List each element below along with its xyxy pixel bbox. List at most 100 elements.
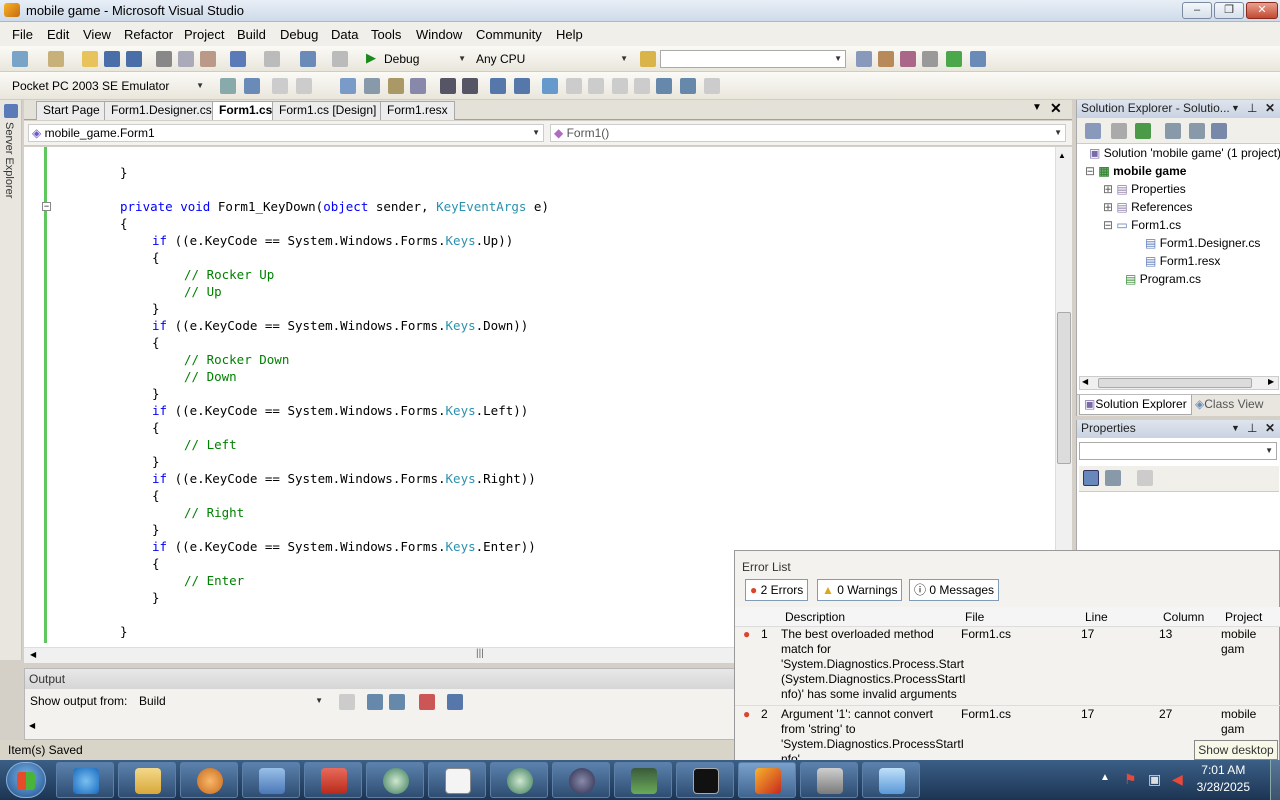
col-file[interactable]: File [965, 607, 984, 627]
menu-help[interactable]: Help [556, 27, 583, 42]
output-source-select[interactable]: Build ▼ [135, 692, 327, 710]
tree-references[interactable]: ⊞ ▤ References [1103, 200, 1192, 214]
align-centers-icon[interactable] [296, 78, 312, 94]
scroll-left-icon[interactable]: ◀ [29, 721, 35, 730]
prev-bookmark-folder-icon[interactable] [612, 78, 628, 94]
taskbar-notepad[interactable] [428, 762, 486, 798]
member-dropdown[interactable]: ◆ Form1() ▼ [550, 124, 1066, 142]
show-hidden-icons[interactable]: ▲ [1100, 772, 1110, 783]
menu-edit[interactable]: Edit [47, 27, 69, 42]
find-message-icon[interactable] [339, 694, 355, 710]
tree-horizontal-scrollbar[interactable]: ◀ ▶ [1079, 376, 1279, 390]
close-panel-icon[interactable]: ✕ [1265, 420, 1275, 437]
next-bookmark-folder-icon[interactable] [634, 78, 650, 94]
menu-data[interactable]: Data [331, 27, 358, 42]
menu-project[interactable]: Project [184, 27, 224, 42]
connect-device-icon[interactable] [244, 78, 260, 94]
property-pages-icon[interactable] [1137, 470, 1153, 486]
window-position-icon[interactable]: ▼ [1231, 100, 1240, 117]
auto-hide-pin-icon[interactable]: ⊥ [1247, 100, 1257, 117]
command-window-icon[interactable] [970, 51, 986, 67]
taskbar-toolbox[interactable] [304, 762, 362, 798]
tab-form1-designer-cs[interactable]: Form1.Designer.cs [104, 101, 219, 120]
clear-bookmarks-icon[interactable] [704, 78, 720, 94]
previous-message-icon[interactable] [367, 694, 383, 710]
taskbar-computer[interactable] [242, 762, 300, 798]
show-all-files-icon[interactable] [1111, 123, 1127, 139]
pointer-icon[interactable] [388, 78, 404, 94]
navigate-back-icon[interactable] [300, 51, 316, 67]
editor-horizontal-scrollbar[interactable]: ◀ ||| [24, 647, 734, 663]
col-column[interactable]: Column [1163, 607, 1204, 627]
paste-icon[interactable] [200, 51, 216, 67]
menu-tools[interactable]: Tools [371, 27, 401, 42]
tab-list-dropdown-icon[interactable]: ▼ [1032, 102, 1042, 113]
auto-hide-pin-icon[interactable]: ⊥ [1247, 420, 1257, 437]
scroll-left-icon[interactable]: ◀ [1082, 377, 1088, 386]
undo-icon[interactable] [230, 51, 246, 67]
solution-explorer-icon[interactable] [856, 51, 872, 67]
next-message-icon[interactable] [389, 694, 405, 710]
tree-properties[interactable]: ⊞ ▤ Properties [1103, 182, 1186, 196]
font-size-icon[interactable] [410, 78, 426, 94]
menu-debug[interactable]: Debug [280, 27, 318, 42]
menu-view[interactable]: View [83, 27, 111, 42]
col-description[interactable]: Description [785, 607, 845, 627]
warnings-filter-button[interactable]: ▲ 0 Warnings [817, 579, 903, 601]
taskbar-network[interactable] [366, 762, 424, 798]
tree-form1-cs[interactable]: ⊟ ▭ Form1.cs [1103, 218, 1181, 232]
find-combo[interactable]: ▼ [660, 50, 846, 68]
view-class-diagram-icon[interactable] [1211, 123, 1227, 139]
menu-refactor[interactable]: Refactor [124, 27, 173, 42]
tree-solution[interactable]: ▣ Solution 'mobile game' (1 project) [1089, 146, 1280, 160]
target-device-select[interactable]: Pocket PC 2003 SE Emulator ▼ [8, 77, 208, 95]
taskbar-network-2[interactable] [490, 762, 548, 798]
make-same-size-icon[interactable] [340, 78, 356, 94]
col-project[interactable]: Project [1225, 607, 1262, 627]
properties-window-icon[interactable] [878, 51, 894, 67]
prev-bookmark-doc-icon[interactable] [656, 78, 672, 94]
col-line[interactable]: Line [1085, 607, 1108, 627]
server-explorer-strip[interactable]: Server Explorer [0, 100, 22, 660]
platform-select[interactable]: Any CPU ▼ [472, 50, 632, 68]
tab-solution-explorer[interactable]: ▣Solution Explorer [1079, 395, 1192, 415]
toggle-word-wrap-icon[interactable] [447, 694, 463, 710]
tab-class-view[interactable]: ◈Class View [1191, 395, 1267, 415]
tree-form1-resx[interactable]: ▤ Form1.resx [1145, 254, 1220, 268]
scroll-left-icon[interactable]: ◀ [30, 650, 36, 659]
solution-config-select[interactable]: Debug ▼ [380, 50, 470, 68]
outdent-icon[interactable] [440, 78, 456, 94]
open-folder-icon[interactable] [82, 51, 98, 67]
tree-program-cs[interactable]: ▤ Program.cs [1125, 272, 1201, 286]
close-panel-icon[interactable]: ✕ [1265, 100, 1275, 117]
scrollbar-thumb[interactable] [1057, 312, 1071, 464]
view-code-icon[interactable] [1165, 123, 1181, 139]
align-lefts-icon[interactable] [272, 78, 288, 94]
errors-filter-button[interactable]: ● 2 Errors [745, 579, 809, 601]
add-item-icon[interactable] [48, 51, 64, 67]
next-bookmark-doc-icon[interactable] [680, 78, 696, 94]
view-designer-icon[interactable] [1189, 123, 1205, 139]
tab-form1-design[interactable]: Form1.cs [Design] [272, 101, 384, 120]
clear-all-icon[interactable] [419, 694, 435, 710]
toolbox-icon[interactable] [922, 51, 938, 67]
object-browser-icon[interactable] [900, 51, 916, 67]
refresh-icon[interactable] [1135, 123, 1151, 139]
tree-form1-designer-cs[interactable]: ▤ Form1.Designer.cs [1145, 236, 1260, 250]
scroll-up-icon[interactable]: ▲ [1058, 151, 1066, 160]
expand-icon[interactable]: ⊞ [1103, 182, 1113, 196]
close-button[interactable]: ✕ [1246, 2, 1278, 19]
taskbar-task-manager[interactable] [614, 762, 672, 798]
taskbar-control-panel[interactable] [862, 762, 920, 798]
taskbar-app[interactable] [800, 762, 858, 798]
scrollbar-grip-icon[interactable]: ||| [476, 648, 484, 659]
taskbar-security[interactable] [552, 762, 610, 798]
save-icon[interactable] [104, 51, 120, 67]
taskbar-visual-studio[interactable] [738, 762, 796, 798]
new-project-icon[interactable] [12, 51, 28, 67]
indent-icon[interactable] [462, 78, 478, 94]
collapse-region-icon[interactable]: − [42, 202, 51, 211]
size-to-grid-icon[interactable] [364, 78, 380, 94]
find-in-files-icon[interactable] [640, 51, 656, 67]
navigate-forward-icon[interactable] [332, 51, 348, 67]
